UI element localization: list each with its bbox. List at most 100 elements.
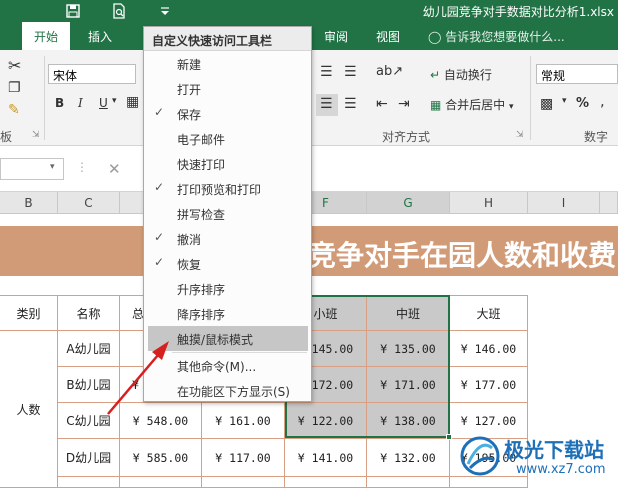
divider: [530, 56, 531, 140]
print-preview-icon[interactable]: [110, 2, 128, 20]
wrap-text-button[interactable]: ↵ 自动换行: [430, 66, 492, 83]
decrease-indent-icon[interactable]: ⇤: [376, 96, 388, 112]
watermark-logo-icon: [460, 436, 500, 476]
orientation-icon[interactable]: ab↗: [376, 64, 403, 79]
tab-insert[interactable]: 插入: [88, 28, 112, 45]
column-header-g[interactable]: G: [367, 192, 450, 214]
align-bottom-icon[interactable]: ☰: [344, 64, 357, 80]
column-header-b[interactable]: B: [0, 192, 58, 214]
comma-style-icon[interactable]: ‚: [600, 94, 604, 110]
table-cell[interactable]: ¥ 146.00: [450, 331, 528, 367]
column-header-i[interactable]: I: [528, 192, 600, 214]
menu-item-touch-mouse-mode[interactable]: 触摸/鼠标模式: [148, 326, 308, 351]
clipboard-group-label: 板: [0, 130, 13, 144]
tab-view[interactable]: 视图: [376, 28, 400, 45]
save-icon[interactable]: [64, 2, 82, 20]
menu-title: 自定义快速访问工具栏: [144, 27, 311, 51]
cancel-icon[interactable]: ✕: [108, 160, 121, 178]
column-header-h[interactable]: H: [450, 192, 528, 214]
underline-button[interactable]: U: [99, 96, 108, 110]
chevron-down-icon[interactable]: ▾: [562, 96, 567, 106]
banner-title: 竞争对手在园人数和收费: [308, 239, 617, 272]
check-icon: ✓: [154, 230, 165, 244]
tell-me-search[interactable]: ◯ 告诉我您想要做什么...: [428, 28, 565, 45]
menu-item-more-commands[interactable]: 其他命令(M)...: [144, 353, 311, 378]
table-row-name[interactable]: [58, 477, 120, 488]
menu-item-quick-print[interactable]: 快速打印: [144, 151, 311, 176]
table-row-name[interactable]: A幼儿园: [58, 331, 120, 367]
customize-qat-icon[interactable]: [156, 2, 174, 20]
header-cell-name[interactable]: 名称: [58, 295, 120, 331]
accounting-format-icon[interactable]: ▩: [540, 96, 553, 112]
percent-button[interactable]: %: [576, 96, 589, 111]
dialog-launcher-icon[interactable]: ⇲: [32, 130, 40, 140]
chevron-down-icon: ▾: [509, 102, 514, 112]
watermark-url: www.xz7.com: [516, 462, 606, 477]
menu-item-undo[interactable]: ✓ 撤消: [144, 226, 311, 251]
menu-item-spelling[interactable]: 拼写检查: [144, 201, 311, 226]
window-title: 幼儿园竞争对手数据对比分析1.xlsx: [422, 5, 614, 19]
dialog-launcher-icon[interactable]: ⇲: [516, 130, 524, 140]
chevron-down-icon[interactable]: ▾: [112, 96, 117, 106]
column-header-c[interactable]: C: [58, 192, 120, 214]
table-cell[interactable]: [367, 477, 450, 488]
align-middle-icon[interactable]: ☰: [320, 64, 333, 80]
italic-button[interactable]: I: [78, 96, 83, 110]
number-format-select[interactable]: 常规: [536, 64, 618, 84]
table-cell[interactable]: ¥ 161.00: [202, 403, 285, 439]
fill-handle[interactable]: [446, 434, 452, 440]
align-left-icon: ☰: [320, 96, 333, 112]
check-icon: ✓: [154, 180, 165, 194]
table-cell[interactable]: ¥ 585.00: [120, 439, 202, 477]
table-cell[interactable]: ¥ 132.00: [367, 439, 450, 477]
menu-item-sort-ascending[interactable]: 升序排序: [144, 276, 311, 301]
check-icon: ✓: [154, 105, 165, 119]
menu-item-print-preview[interactable]: ✓ 打印预览和打印: [144, 176, 311, 201]
bold-button[interactable]: B: [55, 96, 64, 110]
table-row-name[interactable]: B幼儿园: [58, 367, 120, 403]
number-group-label: 数字: [584, 130, 609, 144]
menu-item-save[interactable]: ✓ 保存: [144, 101, 311, 126]
increase-indent-icon[interactable]: ⇥: [398, 96, 410, 112]
borders-icon[interactable]: ▦: [126, 94, 139, 110]
column-header-next[interactable]: [600, 192, 618, 214]
table-cell[interactable]: ¥ 141.00: [285, 439, 367, 477]
copy-icon[interactable]: ❐: [8, 80, 21, 96]
menu-item-show-below-ribbon[interactable]: 在功能区下方显示(S): [144, 378, 311, 403]
menu-item-open[interactable]: 打开: [144, 76, 311, 101]
divider: [44, 56, 45, 140]
menu-item-new[interactable]: 新建: [144, 51, 311, 76]
alignment-group-label: 对齐方式: [382, 130, 431, 144]
watermark-name: 极光下载站: [504, 438, 604, 462]
table-cell[interactable]: [202, 477, 285, 488]
merge-icon: ▦: [430, 98, 442, 112]
table-cell[interactable]: ¥ 548.00: [120, 403, 202, 439]
category-cell[interactable]: 人数: [0, 331, 58, 488]
chevron-down-icon[interactable]: ▾: [50, 162, 55, 172]
menu-item-redo[interactable]: ✓ 恢复: [144, 251, 311, 276]
check-icon: ✓: [154, 255, 165, 269]
table-row-name[interactable]: D幼儿园: [58, 439, 120, 477]
tab-home[interactable]: 开始: [22, 22, 71, 50]
customize-qat-menu: 自定义快速访问工具栏 新建 打开 ✓ 保存 电子邮件 快速打印 ✓ 打印预览和打印 …: [143, 26, 312, 402]
align-center-icon[interactable]: ☰: [344, 96, 357, 112]
more-icon: ⋮: [76, 160, 88, 174]
table-cell[interactable]: [285, 477, 367, 488]
menu-item-email[interactable]: 电子邮件: [144, 126, 311, 151]
cut-icon[interactable]: ✂: [8, 56, 21, 75]
table-cell[interactable]: [120, 477, 202, 488]
watermark: 极光下载站 www.xz7.com: [458, 430, 618, 488]
lightbulb-icon: ◯: [428, 30, 442, 44]
format-painter-icon[interactable]: ✎: [8, 102, 20, 118]
table-cell[interactable]: ¥ 177.00: [450, 367, 528, 403]
header-cell-category[interactable]: 类别: [0, 295, 58, 331]
header-cell-large-class[interactable]: 大班: [450, 295, 528, 331]
font-name-input[interactable]: 宋体: [48, 64, 136, 84]
menu-item-sort-descending[interactable]: 降序排序: [144, 301, 311, 326]
tab-review[interactable]: 审阅: [324, 28, 348, 45]
title-bar: 幼儿园竞争对手数据对比分析1.xlsx: [0, 0, 618, 22]
table-row-name[interactable]: C幼儿园: [58, 403, 120, 439]
table-cell[interactable]: ¥ 117.00: [202, 439, 285, 477]
merge-center-button[interactable]: ▦ 合并后居中 ▾: [430, 96, 514, 113]
wrap-text-icon: ↵: [430, 68, 441, 82]
